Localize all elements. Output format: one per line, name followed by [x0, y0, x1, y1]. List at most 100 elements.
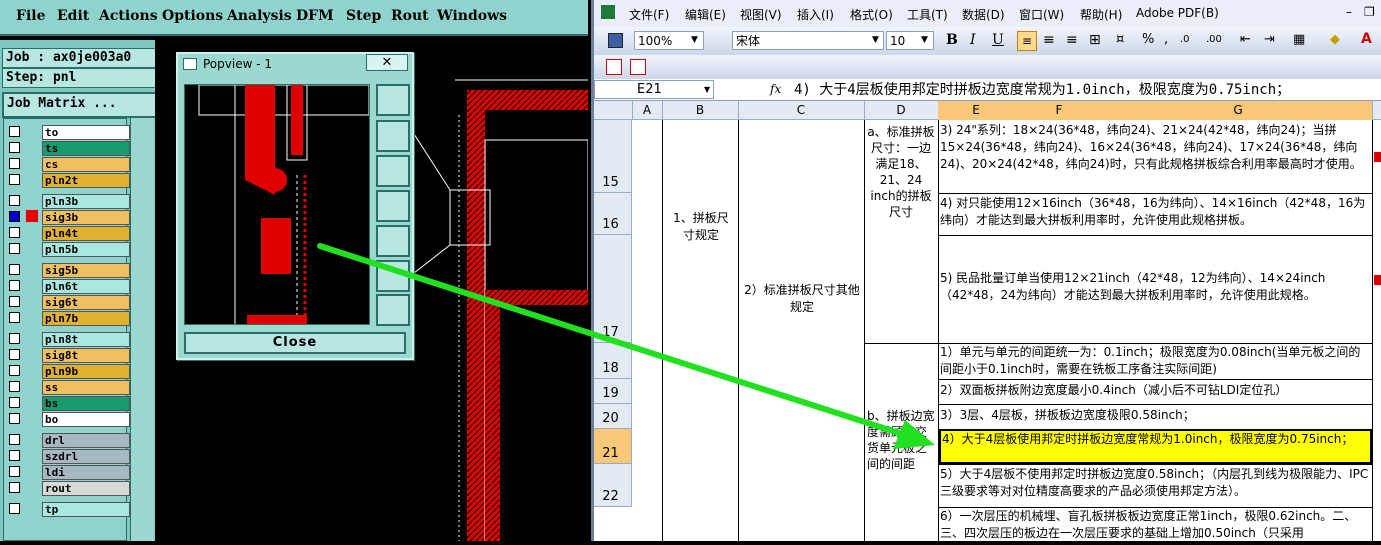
- layer-name[interactable]: pln5b: [42, 242, 130, 257]
- row-header-20[interactable]: 20: [594, 404, 632, 429]
- row-header-15[interactable]: 15: [594, 120, 632, 193]
- row-header-16[interactable]: 16: [594, 193, 632, 235]
- layer-name[interactable]: ss: [42, 380, 130, 395]
- layer-row[interactable]: sig6t: [4, 294, 130, 310]
- merge-center-icon[interactable]: ⊞: [1089, 32, 1101, 48]
- cell-b-merged[interactable]: 1、拼板尺寸规定: [668, 210, 734, 244]
- col-header-d[interactable]: D: [864, 101, 939, 120]
- layer-name[interactable]: sig6t: [42, 295, 130, 310]
- layer-name[interactable]: pln8t: [42, 332, 130, 347]
- layer-row[interactable]: ts: [4, 140, 130, 156]
- layer-row[interactable]: rout: [4, 480, 130, 496]
- menu-dfm[interactable]: DFM: [296, 8, 334, 24]
- italic-icon[interactable]: I: [970, 32, 976, 48]
- col-header-g[interactable]: G: [1104, 101, 1373, 120]
- cell-e21-selected[interactable]: 4）大于4层板使用邦定时拼板边宽度常规为1.0inch，极限宽度为0.75inc…: [939, 429, 1372, 464]
- col-header-a[interactable]: A: [632, 101, 663, 120]
- cell-e23[interactable]: 6）一次层压的机械埋、盲孔板拼板板边宽度正常1inch，极限0.62inch。二…: [940, 508, 1370, 541]
- pan-left-icon[interactable]: [376, 190, 410, 222]
- layer-name[interactable]: tp: [42, 502, 130, 517]
- layer-checkbox[interactable]: [9, 126, 20, 137]
- layer-checkbox[interactable]: [9, 333, 20, 344]
- menu-tools[interactable]: 工具(T): [907, 6, 948, 23]
- popview-window[interactable]: Popview - 1 ✕ Close: [176, 52, 414, 360]
- borders-icon[interactable]: ▦: [1293, 32, 1305, 47]
- minimize-icon[interactable]: –: [1346, 5, 1352, 19]
- fill-color-icon[interactable]: ◆: [1330, 32, 1340, 47]
- menu-insert[interactable]: 插入(I): [797, 6, 834, 23]
- chevron-down-icon[interactable]: ▼: [704, 85, 710, 94]
- chevron-down-icon[interactable]: ▼: [921, 35, 928, 45]
- row-header-18[interactable]: 18: [594, 343, 632, 379]
- pan-up-icon[interactable]: [376, 120, 410, 152]
- layer-row[interactable]: ss: [4, 379, 130, 395]
- font-select[interactable]: 宋体: [732, 31, 884, 50]
- layer-checkbox[interactable]: [9, 381, 20, 392]
- layer-row[interactable]: sig3b: [4, 209, 130, 225]
- layer-row[interactable]: pln7b: [4, 310, 130, 326]
- layer-name[interactable]: bs: [42, 396, 130, 411]
- cell-e18[interactable]: 1）单元与单元的间距统一为：0.1inch；极限宽度为0.08inch(当单元板…: [940, 344, 1370, 378]
- layer-name[interactable]: sig8t: [42, 348, 130, 363]
- row-header-19[interactable]: 19: [594, 379, 632, 404]
- menu-format[interactable]: 格式(O): [850, 6, 893, 23]
- menu-adobe-pdf[interactable]: Adobe PDF(B): [1136, 6, 1219, 20]
- layer-name[interactable]: ts: [42, 141, 130, 156]
- pdf-email-icon[interactable]: [630, 59, 646, 75]
- layer-checkbox[interactable]: [9, 503, 20, 514]
- layer-name[interactable]: pln9b: [42, 364, 130, 379]
- comma-icon[interactable]: ,: [1164, 32, 1168, 47]
- chevron-down-icon[interactable]: ▼: [691, 35, 698, 45]
- layer-row[interactable]: pln8t: [4, 331, 130, 347]
- popview-titlebar[interactable]: Popview - 1 ✕: [178, 54, 412, 76]
- close-icon[interactable]: ✕: [366, 54, 408, 71]
- zoom-fit-icon[interactable]: [376, 294, 410, 326]
- layer-checkbox[interactable]: [9, 434, 20, 445]
- restore-icon[interactable]: ❐: [1364, 5, 1375, 19]
- layer-checkbox[interactable]: [9, 413, 20, 424]
- job-matrix-button[interactable]: Job Matrix ...: [2, 92, 159, 118]
- menu-edit[interactable]: 编辑(E): [685, 6, 726, 23]
- cell-d-b[interactable]: b、拼板边宽度需顾客交货单元板之间的间距: [867, 408, 935, 472]
- currency-icon[interactable]: ¤: [1116, 32, 1124, 47]
- close-button[interactable]: Close: [184, 332, 406, 354]
- pan-right-icon[interactable]: [376, 225, 410, 257]
- layer-name[interactable]: pln4t: [42, 226, 130, 241]
- row-header-17[interactable]: 17: [594, 235, 632, 343]
- align-center-icon[interactable]: ≡: [1043, 32, 1055, 48]
- decrease-decimal-icon[interactable]: .00: [1206, 34, 1222, 45]
- align-right-icon[interactable]: ≡: [1066, 32, 1078, 48]
- layer-checkbox[interactable]: [9, 397, 20, 408]
- menu-rout[interactable]: Rout: [391, 8, 429, 24]
- chevron-down-icon[interactable]: ▼: [872, 35, 879, 45]
- layer-row[interactable]: bo: [4, 411, 130, 427]
- underline-icon[interactable]: U: [992, 32, 1004, 48]
- layer-row[interactable]: pln6t: [4, 278, 130, 294]
- cell-e22[interactable]: 5）大于4层板不使用邦定时拼板边宽度0.58inch；（内层孔到线为极限能力、I…: [940, 466, 1370, 506]
- layer-row[interactable]: sig5b: [4, 262, 130, 278]
- bold-icon[interactable]: B: [946, 32, 958, 48]
- percent-icon[interactable]: %: [1142, 32, 1154, 47]
- menu-options[interactable]: Options: [162, 8, 223, 24]
- layer-checkbox[interactable]: [9, 174, 20, 185]
- layer-name[interactable]: ldi: [42, 465, 130, 480]
- layer-row[interactable]: pln3b: [4, 193, 130, 209]
- layer-name[interactable]: rout: [42, 481, 130, 496]
- col-header-e[interactable]: E: [938, 101, 1015, 120]
- menu-actions[interactable]: Actions: [99, 8, 158, 24]
- layer-row[interactable]: bs: [4, 395, 130, 411]
- popview-viewport[interactable]: [184, 84, 370, 325]
- layer-row[interactable]: ldi: [4, 464, 130, 480]
- layer-checkbox[interactable]: [9, 227, 20, 238]
- layer-row[interactable]: pln9b: [4, 363, 130, 379]
- layer-name[interactable]: pln7b: [42, 311, 130, 326]
- cell-e19[interactable]: 2）双面板拼板附边宽度最小0.4inch（减小后不可钻LDI定位孔）: [940, 382, 1370, 402]
- menu-help[interactable]: 帮助(H): [1080, 6, 1122, 23]
- layer-name[interactable]: sig5b: [42, 263, 130, 278]
- menu-edit[interactable]: Edit: [57, 8, 89, 24]
- row-header-22[interactable]: 22: [594, 464, 632, 507]
- fx-label[interactable]: fx: [770, 82, 781, 96]
- layer-checkbox[interactable]: [9, 365, 20, 376]
- layer-name[interactable]: pln3b: [42, 194, 130, 209]
- layer-row[interactable]: sig8t: [4, 347, 130, 363]
